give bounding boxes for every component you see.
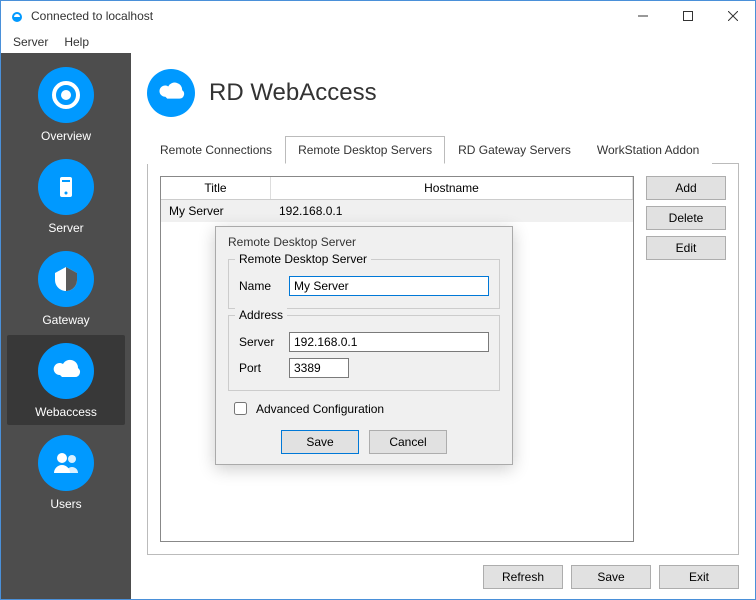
menubar: Server Help [1,31,755,53]
action-buttons: Add Delete Edit [646,176,726,542]
sidebar-item-server[interactable]: Server [7,151,125,241]
fieldset-address: Address Server Port [228,315,500,391]
server-input[interactable] [289,332,489,352]
col-title[interactable]: Title [161,177,271,199]
table-header: Title Hostname [161,177,633,200]
sidebar-item-webaccess[interactable]: Webaccess [7,335,125,425]
users-icon [38,435,94,491]
dialog-cancel-button[interactable]: Cancel [369,430,447,454]
table-row[interactable]: My Server 192.168.0.1 [161,200,633,222]
remote-desktop-server-dialog: Remote Desktop Server Remote Desktop Ser… [215,226,513,465]
server-label: Server [239,335,281,349]
dialog-save-button[interactable]: Save [281,430,359,454]
delete-button[interactable]: Delete [646,206,726,230]
page-icon [147,69,195,117]
maximize-button[interactable] [665,1,710,31]
gateway-icon [38,251,94,307]
tab-remote-connections[interactable]: Remote Connections [147,136,285,164]
cell-title: My Server [161,200,271,222]
port-label: Port [239,361,281,375]
overview-icon [38,67,94,123]
tab-remote-desktop-servers[interactable]: Remote Desktop Servers [285,136,445,164]
sidebar: Overview Server Gateway Webaccess Users [1,53,131,599]
page-title: RD WebAccess [209,79,377,107]
name-input[interactable] [289,276,489,296]
window-title: Connected to localhost [31,9,153,23]
webaccess-icon [38,343,94,399]
dialog-title: Remote Desktop Server [216,227,512,255]
save-button[interactable]: Save [571,565,651,589]
sidebar-item-overview[interactable]: Overview [7,59,125,149]
cell-hostname: 192.168.0.1 [271,200,633,222]
col-hostname[interactable]: Hostname [271,177,633,199]
minimize-button[interactable] [620,1,665,31]
menu-server[interactable]: Server [5,33,56,51]
app-icon [9,8,25,24]
sidebar-item-label: Gateway [42,313,89,327]
edit-button[interactable]: Edit [646,236,726,260]
tab-rd-gateway-servers[interactable]: RD Gateway Servers [445,136,584,164]
sidebar-item-label: Overview [41,129,91,143]
sidebar-item-label: Webaccess [35,405,97,419]
advanced-config-checkbox[interactable] [234,402,247,415]
tab-bar: Remote Connections Remote Desktop Server… [147,135,739,164]
titlebar: Connected to localhost [1,1,755,31]
page-header: RD WebAccess [147,69,739,117]
sidebar-item-gateway[interactable]: Gateway [7,243,125,333]
sidebar-item-label: Users [50,497,81,511]
menu-help[interactable]: Help [56,33,97,51]
fieldset-server: Remote Desktop Server Name [228,259,500,309]
footer-buttons: Refresh Save Exit [147,555,739,589]
refresh-button[interactable]: Refresh [483,565,563,589]
port-input[interactable] [289,358,349,378]
server-icon [38,159,94,215]
exit-button[interactable]: Exit [659,565,739,589]
sidebar-item-users[interactable]: Users [7,427,125,517]
advanced-config-label: Advanced Configuration [256,402,384,416]
tab-workstation-addon[interactable]: WorkStation Addon [584,136,713,164]
fieldset-address-legend: Address [235,308,287,322]
fieldset-server-legend: Remote Desktop Server [235,252,371,266]
name-label: Name [239,279,281,293]
add-button[interactable]: Add [646,176,726,200]
close-button[interactable] [710,1,755,31]
sidebar-item-label: Server [48,221,83,235]
